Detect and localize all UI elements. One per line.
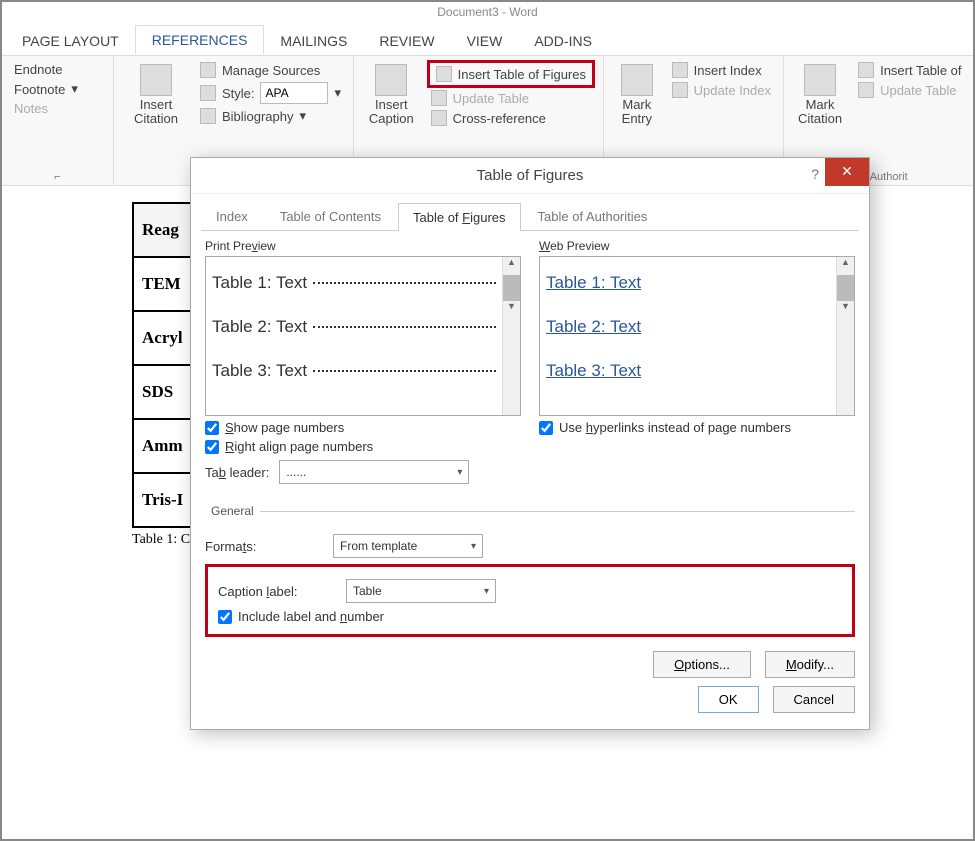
group-label-footnotes: ⌐	[10, 171, 105, 183]
dialog-title: Table of Figures	[477, 167, 584, 184]
window-title: Document3 - Word	[437, 5, 537, 19]
table-cell[interactable]: SDS	[133, 365, 197, 419]
dialog-tab-tof[interactable]: Table of Figures	[398, 203, 521, 231]
show-page-numbers-checkbox[interactable]: Show page numbers	[205, 420, 521, 435]
general-legend: General	[205, 504, 260, 518]
table-cell[interactable]: Amm	[133, 419, 197, 473]
dialog-tabs: Index Table of Contents Table of Figures…	[201, 202, 859, 231]
web-preview-scrollbar[interactable]: ▲▼	[836, 257, 854, 415]
cancel-button[interactable]: Cancel	[773, 686, 855, 713]
show-notes-button[interactable]: Notes	[10, 99, 105, 118]
bibliography-icon	[200, 108, 216, 124]
manage-sources-button[interactable]: Manage Sources	[196, 60, 345, 80]
include-label-number-checkbox[interactable]: Include label and number	[218, 609, 842, 624]
caption-label-dropdown[interactable]: Table▾	[346, 579, 496, 603]
update-index-button[interactable]: Update Index	[668, 80, 775, 100]
citation-icon	[140, 64, 172, 96]
mark-citation-icon	[804, 64, 836, 96]
dialog-tab-toc[interactable]: Table of Contents	[265, 202, 396, 230]
table-cell[interactable]: Acryl	[133, 311, 197, 365]
ok-button[interactable]: OK	[698, 686, 759, 713]
sources-icon	[200, 62, 216, 78]
insert-caption-button[interactable]: Insert Caption	[362, 60, 421, 131]
table-of-figures-dialog: Table of Figures ? ✕ Index Table of Cont…	[190, 157, 870, 730]
formats-dropdown[interactable]: From template▾	[333, 534, 483, 558]
cross-reference-button[interactable]: Cross-reference	[427, 108, 595, 128]
insert-endnote-button[interactable]: Endnote	[10, 60, 105, 79]
use-hyperlinks-checkbox[interactable]: Use hyperlinks instead of page numbers	[539, 420, 855, 435]
tab-mailings[interactable]: MAILINGS	[264, 27, 363, 55]
bibliography-button[interactable]: Bibliography ▾	[196, 106, 345, 126]
tab-references[interactable]: REFERENCES	[135, 25, 265, 55]
update-toa-button[interactable]: Update Table	[854, 80, 965, 100]
update-toa-icon	[858, 82, 874, 98]
update-index-icon	[672, 82, 688, 98]
update-icon	[431, 90, 447, 106]
options-button[interactable]: Options...	[653, 651, 751, 678]
tab-addins[interactable]: ADD-INS	[518, 27, 608, 55]
formats-label: Formats:	[205, 539, 315, 554]
insert-table-of-authorities-button[interactable]: Insert Table of	[854, 60, 965, 80]
dialog-tab-toa[interactable]: Table of Authorities	[523, 202, 663, 230]
caption-icon	[375, 64, 407, 96]
table-cell[interactable]: Reag	[133, 203, 197, 257]
dialog-tab-index[interactable]: Index	[201, 202, 263, 230]
print-preview-scrollbar[interactable]: ▲▼	[502, 257, 520, 415]
tab-leader-label: Tab leader:	[205, 465, 269, 480]
tof-icon	[436, 66, 452, 82]
insert-index-button[interactable]: Insert Index	[668, 60, 775, 80]
insert-citation-button[interactable]: Insert Citation	[122, 60, 190, 131]
tab-leader-dropdown[interactable]: ......▾	[279, 460, 469, 484]
web-preview-box: Table 1: Text Table 2: Text Table 3: Tex…	[539, 256, 855, 416]
caption-label-highlight: Caption label: Table▾ Include label and …	[205, 564, 855, 637]
tab-view[interactable]: VIEW	[451, 27, 519, 55]
table-cell[interactable]: TEM	[133, 257, 197, 311]
tab-page-layout[interactable]: PAGE LAYOUT	[6, 27, 135, 55]
right-align-page-numbers-checkbox[interactable]: Right align page numbers	[205, 439, 521, 454]
dialog-close-button[interactable]: ✕	[825, 158, 869, 186]
mark-citation-button[interactable]: Mark Citation	[792, 60, 848, 131]
mark-entry-icon	[621, 64, 653, 96]
dialog-help-button[interactable]: ?	[811, 166, 819, 182]
print-preview-label: Print Preview	[205, 239, 521, 253]
tab-review[interactable]: REVIEW	[363, 27, 450, 55]
dialog-titlebar[interactable]: Table of Figures ? ✕	[191, 158, 869, 194]
application-titlebar: Document3 - Word	[2, 2, 973, 26]
ribbon-tabs: PAGE LAYOUT REFERENCES MAILINGS REVIEW V…	[2, 26, 973, 56]
table-cell[interactable]: Tris-I	[133, 473, 197, 527]
crossref-icon	[431, 110, 447, 126]
caption-label-label: Caption label:	[218, 584, 328, 599]
web-preview-label: Web Preview	[539, 239, 855, 253]
modify-button[interactable]: Modify...	[765, 651, 855, 678]
style-icon	[200, 85, 216, 101]
citation-style-row: Style: ▾	[196, 80, 345, 106]
mark-entry-button[interactable]: Mark Entry	[612, 60, 662, 131]
update-table-button[interactable]: Update Table	[427, 88, 595, 108]
insert-table-of-figures-button[interactable]: Insert Table of Figures	[427, 60, 595, 88]
toa-icon	[858, 62, 874, 78]
index-icon	[672, 62, 688, 78]
next-footnote-button[interactable]: Footnote ▾	[10, 79, 105, 99]
print-preview-box: Table 1: Text1 Table 2: Text3 Table 3: T…	[205, 256, 521, 416]
citation-style-dropdown[interactable]	[260, 82, 328, 104]
